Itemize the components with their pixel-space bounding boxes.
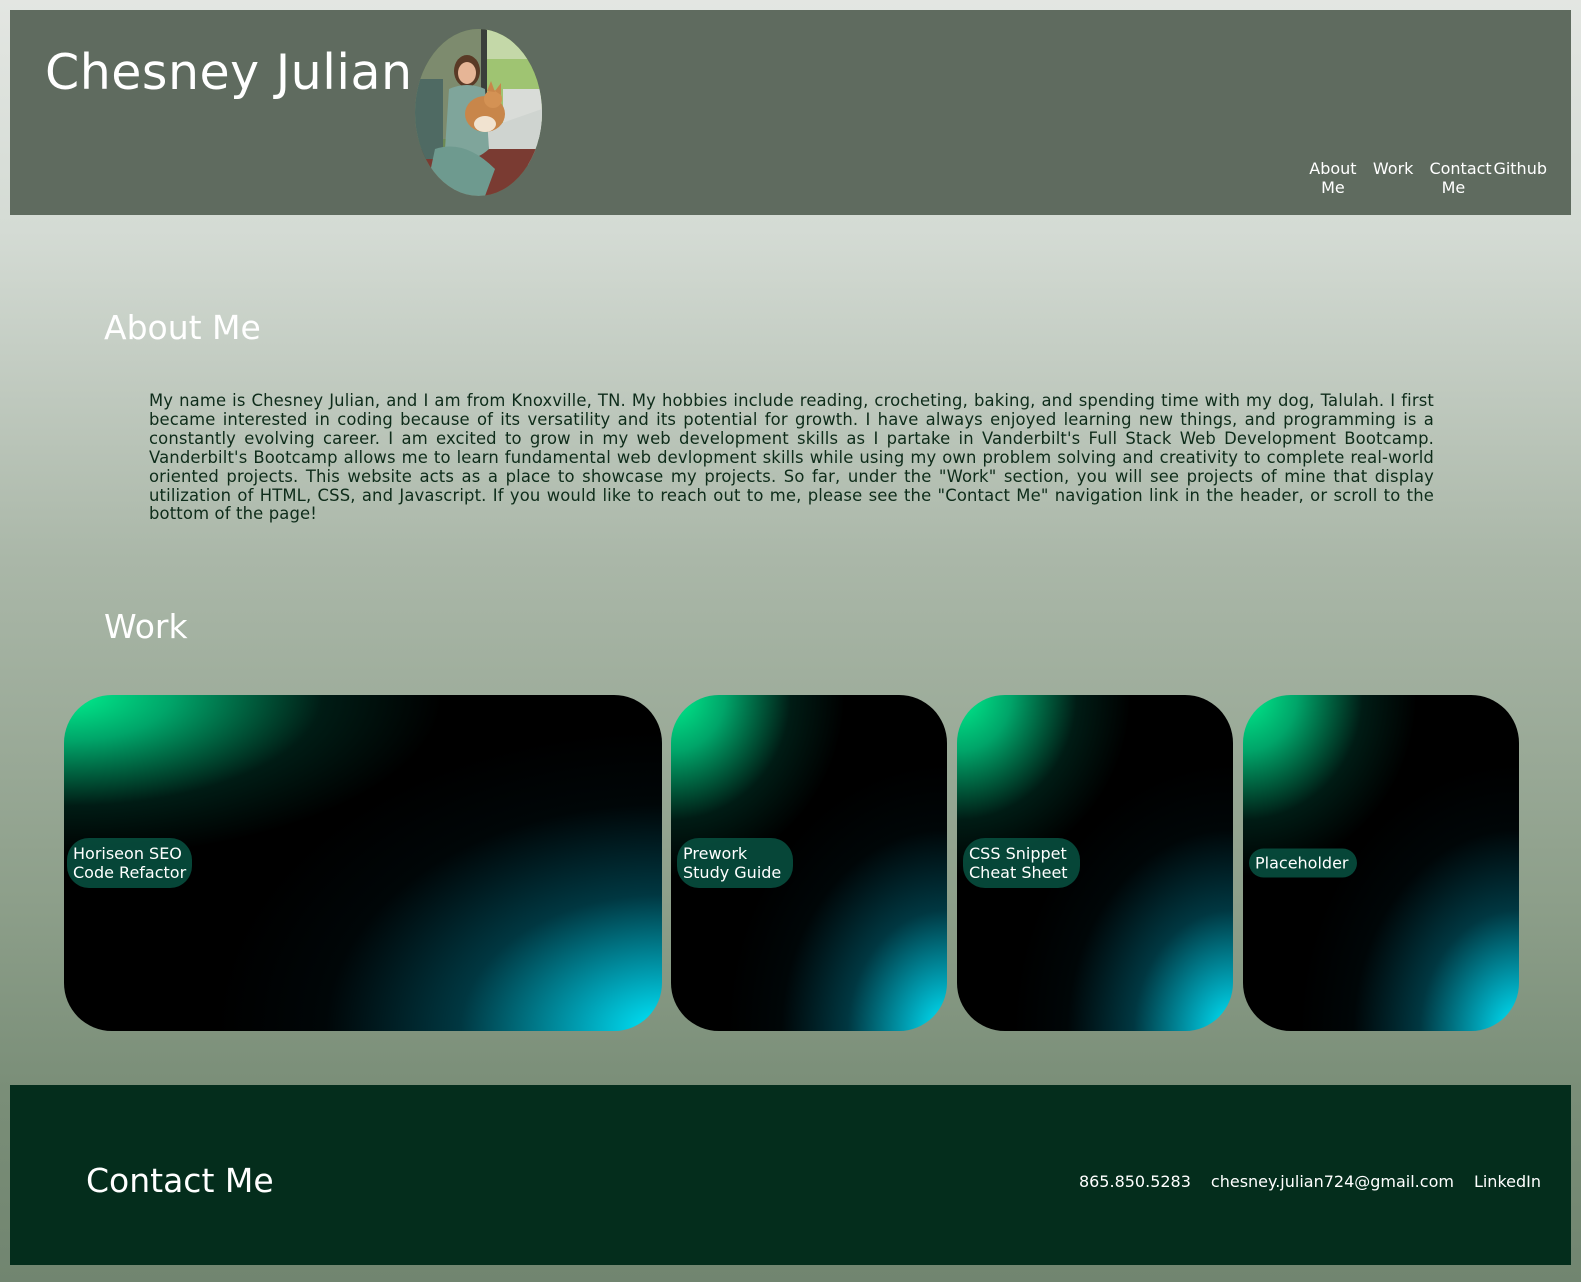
linkedin-link[interactable]: LinkedIn — [1474, 1172, 1541, 1191]
site-title: Chesney Julian — [45, 44, 413, 101]
project-card-placeholder[interactable]: Placeholder — [1243, 695, 1519, 1031]
site-footer: Contact Me 865.850.5283 chesney.julian72… — [10, 1085, 1571, 1265]
project-card-horiseon[interactable]: Horiseon SEO Code Refactor — [64, 695, 662, 1031]
project-card-label[interactable]: Horiseon SEO Code Refactor — [67, 838, 193, 888]
project-card-label-line2: Cheat Sheet — [969, 863, 1068, 882]
nav-link-github[interactable]: Github — [1485, 159, 1555, 197]
project-card-label-line1: Prework — [683, 844, 748, 863]
about-paragraph: My name is Chesney Julian, and I am from… — [149, 391, 1434, 524]
main-nav: About Me Work Contact Me Github — [1301, 159, 1555, 197]
profile-photo — [415, 29, 542, 196]
nav-link-about-me[interactable]: About Me — [1301, 159, 1365, 197]
profile-photo-image — [415, 29, 542, 196]
project-card-css-snippet[interactable]: CSS Snippet Cheat Sheet — [957, 695, 1233, 1031]
project-card-label-line1: Placeholder — [1255, 853, 1349, 873]
contact-heading: Contact Me — [86, 1161, 274, 1200]
project-card-label[interactable]: CSS Snippet Cheat Sheet — [963, 838, 1080, 888]
contact-links: 865.850.5283 chesney.julian724@gmail.com… — [1079, 1172, 1541, 1191]
nav-link-work[interactable]: Work — [1365, 159, 1422, 197]
project-card-label-line2: Study Guide — [683, 863, 782, 882]
project-card-prework[interactable]: Prework Study Guide — [671, 695, 947, 1031]
email-link[interactable]: chesney.julian724@gmail.com — [1211, 1172, 1454, 1191]
project-card-label-line2: Code Refactor — [73, 863, 187, 882]
about-heading: About Me — [104, 308, 261, 347]
project-card-label[interactable]: Prework Study Guide — [677, 838, 794, 888]
phone-link[interactable]: 865.850.5283 — [1079, 1172, 1191, 1191]
project-card-label-line1: Horiseon SEO — [73, 844, 182, 863]
work-heading: Work — [104, 607, 188, 646]
project-card-label[interactable]: Placeholder — [1249, 848, 1357, 878]
project-card-label-line1: CSS Snippet — [969, 844, 1067, 863]
nav-link-contact-me[interactable]: Contact Me — [1421, 159, 1491, 197]
site-header: Chesney Julian About Me Work Contact Me — [10, 10, 1571, 215]
